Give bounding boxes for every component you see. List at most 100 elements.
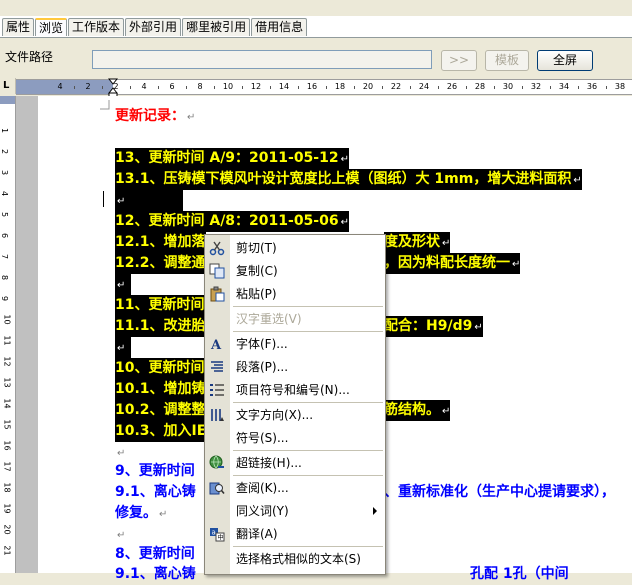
vertical-ruler[interactable]: 1 2 3 4 5 6 7 8 9 10 11 12 13 14 15 16 17 18 19 20 21 <box>0 96 16 573</box>
menu-item-paste[interactable]: 粘贴(P) <box>205 283 385 305</box>
doc-heading: 更新记录： ↵ <box>115 108 196 124</box>
ruler-tick-mark <box>522 86 523 89</box>
ruler-tick-label: 2 <box>0 148 10 155</box>
menu-item-research[interactable]: 查阅(K)... <box>205 477 385 499</box>
doc-line: 9.1、离心铸 <box>115 566 196 582</box>
text-direction-icon <box>211 409 224 421</box>
ruler-tick-label: 16 <box>306 82 318 91</box>
tab-working-version[interactable]: 工作版本 <box>68 18 125 36</box>
doc-line: 12.2、调整通 <box>115 253 206 274</box>
doc-line: 13.1、压铸模下模风叶设计宽度比上模（图纸）大 1mm，增大进料面积 ↵ <box>115 169 582 190</box>
ruler-tick-label: 14 <box>2 398 12 409</box>
doc-line: 9、更新时间 <box>115 463 195 479</box>
paragraph-icon <box>211 361 223 372</box>
ruler-tick-label: 17 <box>2 461 12 472</box>
tab-where-used[interactable]: 哪里被引用 <box>182 18 251 36</box>
doc-line: ↵ <box>117 448 126 459</box>
ruler-tick-label: 2 <box>85 82 91 91</box>
ruler-tick-label: 5 <box>0 211 10 218</box>
ruler-tick-label: 38 <box>614 82 626 91</box>
ruler-tick-label: 4 <box>0 190 10 197</box>
indent-marker-icon[interactable] <box>108 78 118 98</box>
ruler-tick-mark <box>242 86 243 89</box>
tab-borrow-info[interactable]: 借用信息 <box>251 18 308 36</box>
go-button[interactable]: >> <box>441 50 477 71</box>
ruler-tick-label: 6 <box>0 232 10 239</box>
ruler-tick-mark <box>186 86 187 89</box>
menu-item-translate[interactable]: a 中 翻译(A) <box>205 523 385 545</box>
ruler-tick-label: 12 <box>2 356 12 367</box>
doc-line: 9.1、离心铸 <box>115 484 196 500</box>
ruler-tick-mark <box>102 86 103 89</box>
file-path-field[interactable] <box>92 50 432 69</box>
doc-line: 13、更新时间 A/9：2011-05-12 ↵ <box>115 148 349 169</box>
tab-properties[interactable]: 属性 <box>2 18 35 36</box>
paste-icon <box>210 286 225 302</box>
ruler-tick-mark <box>550 86 551 89</box>
ruler-tick-label: 24 <box>418 82 430 91</box>
doc-line: 8、更新时间 <box>115 546 195 562</box>
svg-text:中: 中 <box>218 534 224 542</box>
menu-separator <box>233 331 383 332</box>
doc-line: 修复。 ↵ <box>115 505 168 521</box>
tab-external-refs[interactable]: 外部引用 <box>125 18 182 36</box>
ruler-tick-label: 4 <box>141 82 147 91</box>
doc-line: ↵ <box>115 190 183 211</box>
ruler-tick-mark <box>326 86 327 89</box>
ruler-tick-label: 11 <box>2 335 12 346</box>
menu-item-cut[interactable]: 剪切(T) <box>205 237 385 259</box>
ruler-tick-label: 28 <box>474 82 486 91</box>
ruler-tick-label: 20 <box>362 82 374 91</box>
ruler-tick-label: 13 <box>2 377 12 388</box>
doc-line-tail: 筋结构。 ↵ <box>384 400 451 421</box>
fullscreen-button[interactable]: 全屏 <box>537 50 593 71</box>
menu-item-text-direction[interactable]: 文字方向(X)... <box>205 404 385 426</box>
menu-item-select-similar[interactable]: 选择格式相似的文本(S) <box>205 548 385 570</box>
ruler-tick-mark <box>466 86 467 89</box>
ruler-tick-mark <box>74 86 75 89</box>
ruler-tick-label: 7 <box>0 253 10 260</box>
doc-line: 10.3、加入IE <box>115 421 207 442</box>
template-button[interactable]: 模板 <box>485 50 529 71</box>
tab-stop-selector[interactable]: L <box>0 78 16 94</box>
ruler-tick-mark <box>438 86 439 89</box>
submenu-arrow-icon <box>373 507 377 515</box>
menu-separator <box>233 402 383 403</box>
menu-separator <box>233 306 383 307</box>
ruler-tick-label: 8 <box>197 82 203 91</box>
svg-text:A: A <box>210 338 222 352</box>
doc-line-tail: 度及形状 ↵ <box>384 232 451 253</box>
ruler-tick-label: 14 <box>278 82 290 91</box>
doc-line: 12、更新时间 A/8：2011-05-06 ↵ <box>115 211 349 232</box>
context-menu: 剪切(T) 复制(C) 粘贴(P) 汉字重选(V) A 字体(F)... 段落(… <box>204 234 386 575</box>
ruler-tick-mark <box>214 86 215 89</box>
ruler-tick-mark <box>494 86 495 89</box>
ruler-tick-mark <box>410 86 411 89</box>
menu-item-synonyms[interactable]: 同义词(Y) <box>205 500 385 522</box>
menu-item-hyperlink[interactable]: 超链接(H)... <box>205 452 385 474</box>
ruler-tick-label: 19 <box>2 503 12 514</box>
menu-separator <box>233 546 383 547</box>
translate-icon: a 中 <box>210 528 225 542</box>
ruler-tick-label: 15 <box>2 419 12 430</box>
menu-item-paragraph[interactable]: 段落(P)... <box>205 356 385 378</box>
copy-icon <box>209 263 225 279</box>
menu-item-bullets[interactable]: 项目符号和编号(N)... <box>205 379 385 401</box>
tab-browse[interactable]: 浏览 <box>35 18 68 36</box>
menu-separator <box>233 450 383 451</box>
ruler-tick-mark <box>270 86 271 89</box>
tab-stop-label: L <box>3 80 10 91</box>
doc-line: 11、更新时间 <box>115 295 205 316</box>
ruler-tick-label: 10 <box>2 314 12 325</box>
menu-item-symbol[interactable]: 符号(S)... <box>205 427 385 449</box>
ruler-tick-mark <box>578 86 579 89</box>
file-path-label: 文件路径 <box>5 50 54 64</box>
font-icon: A <box>210 338 222 352</box>
hyperlink-icon <box>209 455 224 469</box>
doc-line-tail: ，因为料配长度统一 ↵ <box>384 253 521 274</box>
ruler-tick-mark <box>130 86 131 89</box>
menu-item-font[interactable]: A 字体(F)... <box>205 333 385 355</box>
doc-line: ↵ <box>115 337 131 358</box>
crop-mark-icon <box>100 100 110 110</box>
menu-item-copy[interactable]: 复制(C) <box>205 260 385 282</box>
